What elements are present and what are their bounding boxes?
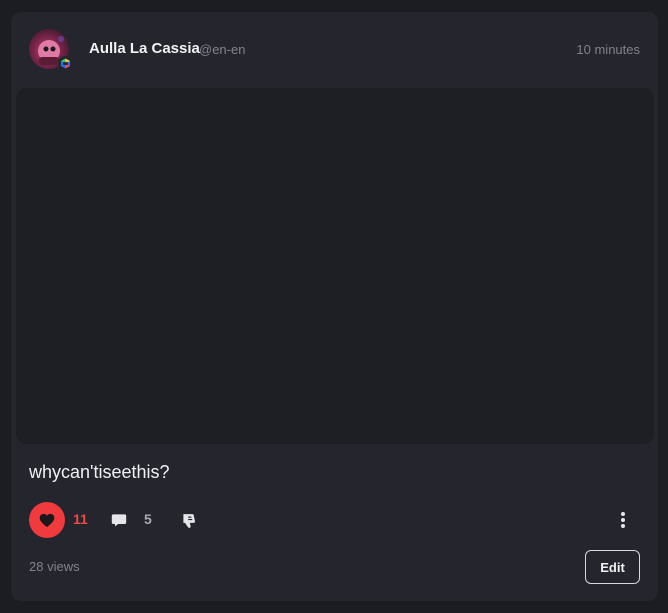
post-timestamp: 10 minutes	[576, 42, 640, 57]
hexagon-badge-icon	[58, 56, 72, 70]
edit-button[interactable]: Edit	[585, 550, 640, 584]
author-avatar[interactable]	[29, 29, 73, 73]
more-options-button[interactable]	[611, 508, 635, 532]
post-caption: whycan'tiseethis?	[29, 462, 170, 482]
view-count: 28 views	[29, 559, 80, 574]
heart-icon	[39, 513, 55, 527]
like-count: 11	[73, 511, 88, 527]
post-header: Aulla La Cassia @en-en 10 minutes	[11, 12, 658, 88]
like-button[interactable]	[29, 502, 65, 538]
post-media[interactable]	[16, 88, 654, 444]
more-vertical-icon	[621, 512, 625, 528]
post-card: Aulla La Cassia @en-en 10 minutes whycan…	[11, 12, 658, 601]
author-handle: @en-en	[199, 42, 246, 57]
author-name[interactable]: Aulla La Cassia	[89, 40, 200, 57]
comment-button[interactable]	[109, 510, 129, 530]
comment-count: 5	[144, 511, 152, 527]
thumbs-down-icon	[183, 513, 195, 528]
dislike-button[interactable]	[179, 510, 199, 530]
comment-icon	[111, 514, 127, 527]
